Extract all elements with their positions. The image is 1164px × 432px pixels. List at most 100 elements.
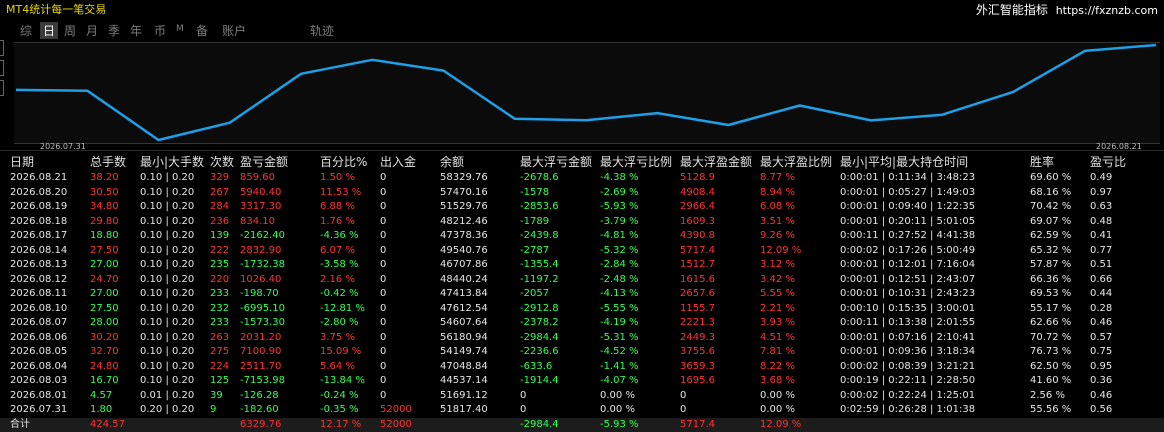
table-cell: 275 — [210, 345, 229, 359]
tab-8[interactable]: 备 — [196, 22, 208, 39]
table-cell: -1355.4 — [520, 258, 559, 272]
table-cell: 220 — [210, 273, 229, 287]
table-cell: 2026.08.06 — [10, 331, 67, 345]
table-cell: -2378.2 — [520, 316, 559, 330]
table-cell: 8.22 % — [760, 360, 795, 374]
table-cell: 30.20 — [90, 331, 119, 345]
table-cell: 52000 — [380, 418, 412, 432]
table-cell: -4.13 % — [600, 287, 639, 301]
table-cell: -4.38 % — [600, 171, 639, 185]
table-cell: 4908.4 — [680, 186, 715, 200]
table-cell: 47413.84 — [440, 287, 488, 301]
table-cell: 222 — [210, 244, 229, 258]
table-cell: 2026.08.11 — [10, 287, 67, 301]
table-cell: 2026.08.04 — [10, 360, 67, 374]
table-cell: 0.10 | 0.20 — [140, 171, 194, 185]
table-cell: 24.80 — [90, 360, 119, 374]
tab-5[interactable]: 年 — [130, 22, 142, 39]
table-cell: 2026.08.03 — [10, 374, 67, 388]
table-cell: 41.60 % — [1030, 374, 1071, 388]
tab-0[interactable]: 综 — [20, 22, 32, 39]
column-header: 出入金 — [380, 155, 416, 169]
table-cell: 2026.08.10 — [10, 302, 67, 316]
table-cell: -4.19 % — [600, 316, 639, 330]
table-cell: 5717.4 — [680, 418, 715, 432]
table-cell: 32.70 — [90, 345, 119, 359]
table-cell: 12.09 % — [760, 244, 801, 258]
table-cell: -12.81 % — [320, 302, 365, 316]
table-cell: 0:00:01 | 0:09:36 | 3:18:34 — [840, 345, 975, 359]
table-cell: 3.42 % — [760, 273, 795, 287]
table-cell: 47048.84 — [440, 360, 488, 374]
table-cell: 0.10 | 0.20 — [140, 374, 194, 388]
column-header: 盈亏比 — [1090, 155, 1126, 169]
table-cell: -4.52 % — [600, 345, 639, 359]
table-cell: 24.70 — [90, 273, 119, 287]
table-cell: 235 — [210, 258, 229, 272]
table-cell: 0.01 | 0.20 — [140, 389, 194, 403]
tab-3[interactable]: 月 — [86, 22, 98, 39]
table-cell: 58329.76 — [440, 171, 488, 185]
table-cell: 56180.94 — [440, 331, 488, 345]
app-title: MT4统计每一笔交易 — [6, 1, 106, 17]
table-cell: -0.35 % — [320, 403, 359, 417]
table-cell: 12.17 % — [320, 418, 361, 432]
tab-9[interactable]: 账户 — [222, 22, 246, 39]
table-cell: 0.10 | 0.20 — [140, 273, 194, 287]
table-cell: -3.58 % — [320, 258, 359, 272]
brand-name[interactable]: 外汇智能指标 — [976, 3, 1048, 17]
table-cell: 0 — [380, 244, 386, 258]
table-cell: 0 — [380, 374, 386, 388]
table-cell: 65.32 % — [1030, 244, 1071, 258]
table-cell: 0 — [380, 171, 386, 185]
tab-1[interactable]: 日 — [40, 22, 58, 39]
table-cell: 16.70 — [90, 374, 119, 388]
tab-2[interactable]: 周 — [64, 22, 76, 39]
table-cell: -2787 — [520, 244, 549, 258]
table-cell: 0 — [520, 389, 526, 403]
tab-4[interactable]: 季 — [108, 22, 120, 39]
table-cell: 62.50 % — [1030, 360, 1071, 374]
table-cell: -3.79 % — [600, 215, 639, 229]
table-cell: 51529.76 — [440, 200, 488, 214]
table-cell: -7153.98 — [240, 374, 285, 388]
table-cell: 0.10 | 0.20 — [140, 316, 194, 330]
table-cell: 0.20 | 0.20 — [140, 403, 194, 417]
table-cell: 0 — [380, 229, 386, 243]
table-cell: 1026.40 — [240, 273, 281, 287]
table-cell: 0.77 — [1090, 244, 1112, 258]
tab-6[interactable]: 币 — [154, 22, 166, 39]
table-cell: 236 — [210, 215, 229, 229]
table-cell: 0.10 | 0.20 — [140, 302, 194, 316]
table-cell: 0 — [380, 287, 386, 301]
table-cell: 2966.4 — [680, 200, 715, 214]
tab-7[interactable]: M — [176, 24, 184, 34]
table-cell: -5.93 % — [600, 418, 639, 432]
table-row: 2026.08.1934.800.10 | 0.202843317.306.88… — [0, 200, 1164, 215]
table-cell: 2026.08.01 — [10, 389, 67, 403]
table-cell: -2236.6 — [520, 345, 559, 359]
table-cell: 1512.7 — [680, 258, 715, 272]
brand[interactable]: 外汇智能指标 https://fxznzb.com — [976, 1, 1158, 18]
table-cell: 0 — [380, 302, 386, 316]
table-cell: 68.16 % — [1030, 186, 1071, 200]
table-header: 日期总手数最小|大手数次数盈亏金额百分比%出入金余额最大浮亏金额最大浮亏比例最大… — [0, 155, 1164, 171]
table-cell: 0.10 | 0.20 — [140, 331, 194, 345]
table-cell: 0:00:11 | 0:13:38 | 2:01:55 — [840, 316, 975, 330]
table-cell: 0:02:59 | 0:26:28 | 1:01:38 — [840, 403, 975, 417]
table-cell: 3.51 % — [760, 215, 795, 229]
table-cell: 6329.76 — [240, 418, 281, 432]
edge-marks — [0, 40, 6, 110]
table-cell: 263 — [210, 331, 229, 345]
table-cell: 0 — [680, 403, 686, 417]
tab-10[interactable]: 轨迹 — [310, 22, 334, 39]
table-row: 2026.08.1327.000.10 | 0.20235-1732.38-3.… — [0, 258, 1164, 273]
table-cell: 0.44 — [1090, 287, 1112, 301]
table-cell: -2.80 % — [320, 316, 359, 330]
table-row: 2026.08.1027.500.10 | 0.20232-6995.10-12… — [0, 302, 1164, 317]
table-row: 2026.08.2030.500.10 | 0.202675940.4011.5… — [0, 186, 1164, 201]
table-cell: 0:00:01 | 0:11:34 | 3:48:23 — [840, 171, 975, 185]
brand-url[interactable]: https://fxznzb.com — [1056, 4, 1158, 17]
table-row: 2026.08.1127.000.10 | 0.20233-198.70-0.4… — [0, 287, 1164, 302]
table-cell: 424.57 — [90, 418, 125, 432]
